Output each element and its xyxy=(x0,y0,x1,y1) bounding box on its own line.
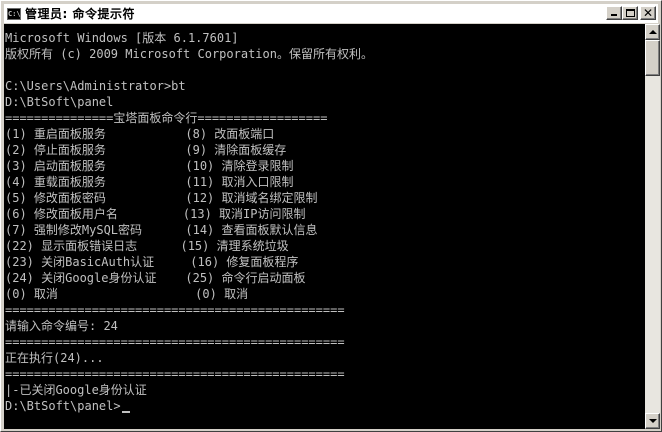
title-bar[interactable]: C:\ 管理员: 命令提示符 ✕ xyxy=(4,4,658,23)
arrow-down-icon xyxy=(649,419,657,423)
console-line: C:\Users\Administrator>bt xyxy=(5,79,186,93)
vertical-scrollbar[interactable] xyxy=(645,24,660,429)
console-line: ========================================… xyxy=(5,335,345,349)
console-line: (2) 停止面板服务 (9) 清除面板缓存 xyxy=(5,143,287,157)
console-line: (5) 修改面板密码 (12) 取消域名绑定限制 xyxy=(5,191,318,205)
minimize-button[interactable] xyxy=(606,6,622,20)
console-line: (4) 重载面板服务 (11) 取消入口限制 xyxy=(5,175,294,189)
prompt-text: D:\BtSoft\panel> xyxy=(5,399,121,413)
console-line: D:\BtSoft\panel xyxy=(5,95,114,109)
console-line: (1) 重启面板服务 (8) 改面板端口 xyxy=(5,127,275,141)
close-icon: ✕ xyxy=(642,6,654,20)
console-output[interactable]: Microsoft Windows [版本 6.1.7601] 版权所有 (c)… xyxy=(4,24,645,429)
prompt-line[interactable]: D:\BtSoft\panel> xyxy=(5,398,645,414)
console-line: ========================================… xyxy=(5,367,345,381)
console-line: (24) 关闭Google身份认证 (25) 命令行启动面板 xyxy=(5,271,306,285)
console-line: (7) 强制修改MySQL密码 (14) 查看面板默认信息 xyxy=(5,223,318,237)
scroll-up-button[interactable] xyxy=(645,24,660,40)
console-line: ===============宝塔面板命令行================== xyxy=(5,111,328,125)
command-prompt-window: C:\ 管理员: 命令提示符 ✕ Microsoft Windows [版本 6… xyxy=(0,0,662,432)
minimize-icon xyxy=(611,14,617,16)
text-cursor xyxy=(121,411,130,413)
console-line: 请输入命令编号: 24 xyxy=(5,319,118,333)
arrow-up-icon xyxy=(649,30,657,34)
scrollbar-thumb[interactable] xyxy=(645,40,660,76)
window-title: 管理员: 命令提示符 xyxy=(25,7,135,21)
console-line: (23) 关闭BasicAuth认证 (16) 修复面板程序 xyxy=(5,255,299,269)
close-button[interactable]: ✕ xyxy=(640,6,656,20)
console-line: 版权所有 (c) 2009 Microsoft Corporation。保留所有… xyxy=(5,47,373,61)
console-line: Microsoft Windows [版本 6.1.7601] xyxy=(5,31,239,45)
maximize-button[interactable] xyxy=(622,6,638,20)
console-line: (3) 启动面板服务 (10) 清除登录限制 xyxy=(5,159,294,173)
title-buttons: ✕ xyxy=(606,6,656,20)
console-line: (0) 取消 (0) 取消 xyxy=(5,287,249,301)
cmd-icon[interactable]: C:\ xyxy=(7,7,21,20)
console-line: (22) 显示面板错误日志 (15) 清理系统垃圾 xyxy=(5,239,289,253)
console-line: ========================================… xyxy=(5,303,345,317)
scroll-down-button[interactable] xyxy=(645,413,660,429)
console-line: (6) 修改面板用户名 (13) 取消IP访问限制 xyxy=(5,207,306,221)
console-line: |-已关闭Google身份认证 xyxy=(5,383,147,397)
console-line: 正在执行(24)... xyxy=(5,351,104,365)
maximize-icon xyxy=(626,9,635,17)
console-lines: Microsoft Windows [版本 6.1.7601] 版权所有 (c)… xyxy=(5,30,645,414)
